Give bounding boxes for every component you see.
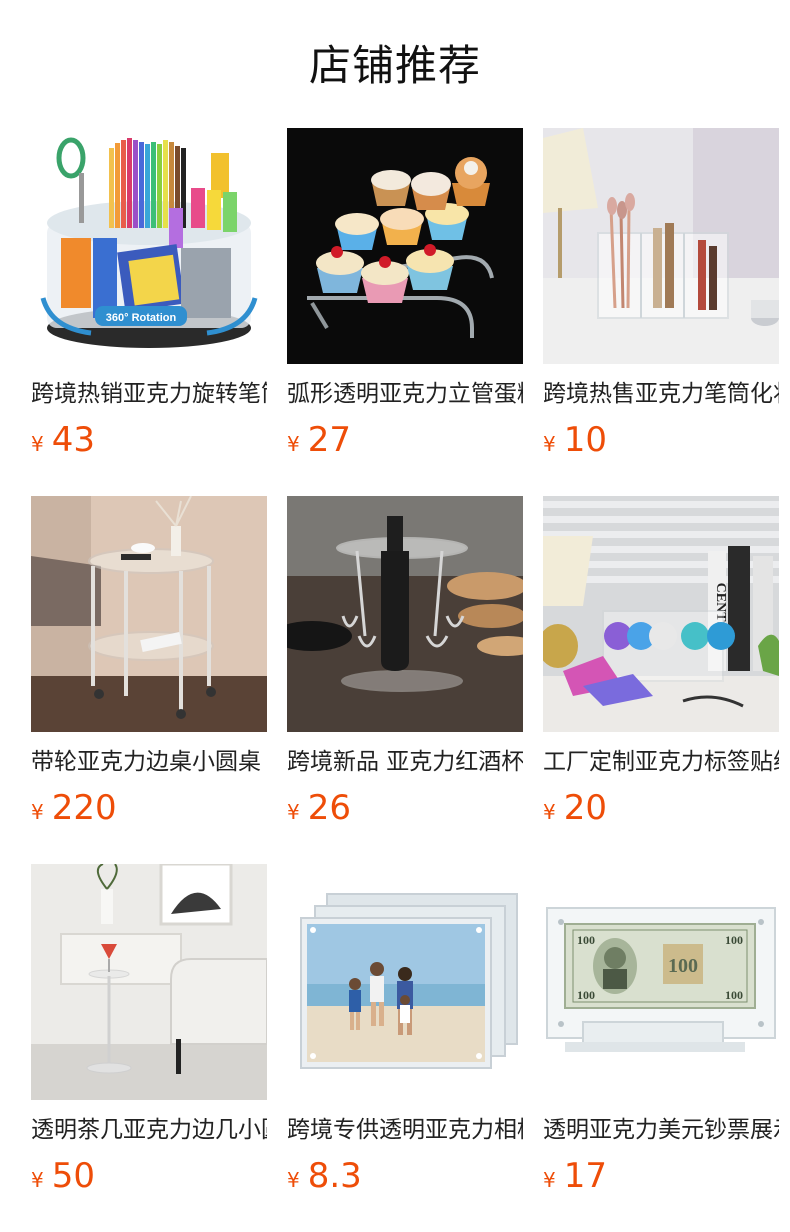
price-value: 27 [307, 420, 351, 460]
product-name[interactable]: 工厂定制亚克力标签贴纸收纳架 [543, 746, 779, 778]
product-card[interactable]: 100 100 100 100 100 透明亚克力美元钞票展示框 ¥17 [543, 864, 779, 1196]
currency-symbol: ¥ [31, 1168, 44, 1192]
product-name[interactable]: 弧形透明亚克力立管蛋糕架 [287, 378, 523, 410]
currency-symbol: ¥ [543, 432, 556, 456]
price-value: 20 [563, 788, 607, 828]
svg-text:100: 100 [725, 933, 743, 947]
product-image[interactable] [543, 128, 779, 364]
product-price: ¥20 [543, 786, 779, 830]
product-card[interactable]: 跨境热售亚克力笔筒化妆刷收纳 ¥10 [543, 128, 779, 460]
currency-symbol: ¥ [287, 432, 300, 456]
product-name[interactable]: 跨境专供透明亚克力相框 [287, 1114, 523, 1146]
product-name[interactable]: 带轮亚克力边桌小圆桌 [31, 746, 267, 778]
currency-symbol: ¥ [31, 432, 44, 456]
product-price: ¥220 [31, 786, 267, 830]
product-price: ¥8.3 [287, 1154, 523, 1198]
product-name[interactable]: 跨境热售亚克力笔筒化妆刷收纳 [543, 378, 779, 410]
svg-text:100: 100 [577, 933, 595, 947]
product-image[interactable]: 100 100 100 100 100 [543, 864, 779, 1100]
currency-symbol: ¥ [287, 800, 300, 824]
currency-symbol: ¥ [287, 1168, 300, 1192]
price-value: 50 [51, 1156, 95, 1196]
product-image[interactable] [31, 864, 267, 1100]
price-value: 43 [51, 420, 95, 460]
svg-text:100: 100 [668, 955, 698, 977]
currency-symbol: ¥ [543, 1168, 556, 1192]
product-card[interactable]: 跨境专供透明亚克力相框 ¥8.3 [287, 864, 523, 1196]
product-name[interactable]: 跨境新品 亚克力红酒杯架 [287, 746, 523, 778]
svg-text:360° Rotation: 360° Rotation [106, 312, 177, 324]
currency-symbol: ¥ [31, 800, 44, 824]
price-value: 8.3 [307, 1156, 362, 1196]
page-title: 店铺推荐 [308, 41, 481, 90]
product-card[interactable]: 带轮亚克力边桌小圆桌 ¥220 [31, 496, 267, 828]
product-card[interactable]: 弧形透明亚克力立管蛋糕架 ¥27 [287, 128, 523, 460]
price-value: 26 [307, 788, 351, 828]
product-price: ¥43 [31, 418, 267, 462]
price-value: 220 [51, 788, 117, 828]
product-price: ¥27 [287, 418, 523, 462]
product-price: ¥10 [543, 418, 779, 462]
product-card[interactable]: 跨境新品 亚克力红酒杯架 ¥26 [287, 496, 523, 828]
product-card[interactable]: 360° Rotation 跨境热销亚克力旋转笔筒收纳盒 ¥43 [31, 128, 267, 460]
product-image[interactable] [287, 128, 523, 364]
product-card[interactable]: 透明茶几亚克力边几小圆桌 ¥50 [31, 864, 267, 1196]
product-image[interactable] [287, 864, 523, 1100]
product-name[interactable]: 透明亚克力美元钞票展示框 [543, 1114, 779, 1146]
price-value: 10 [563, 420, 607, 460]
product-card[interactable]: CENTS 工厂定制亚克力标签贴纸收纳架 ¥20 [543, 496, 779, 828]
product-price: ¥17 [543, 1154, 779, 1198]
svg-text:100: 100 [577, 988, 595, 1002]
product-image[interactable]: 360° Rotation [31, 128, 267, 364]
product-image[interactable] [31, 496, 267, 732]
product-image[interactable]: CENTS [543, 496, 779, 732]
product-image[interactable] [287, 496, 523, 732]
svg-text:100: 100 [725, 988, 743, 1002]
product-price: ¥50 [31, 1154, 267, 1198]
product-price: ¥26 [287, 786, 523, 830]
product-name[interactable]: 透明茶几亚克力边几小圆桌 [31, 1114, 267, 1146]
currency-symbol: ¥ [543, 800, 556, 824]
product-name[interactable]: 跨境热销亚克力旋转笔筒收纳盒 [31, 378, 267, 410]
price-value: 17 [563, 1156, 607, 1196]
